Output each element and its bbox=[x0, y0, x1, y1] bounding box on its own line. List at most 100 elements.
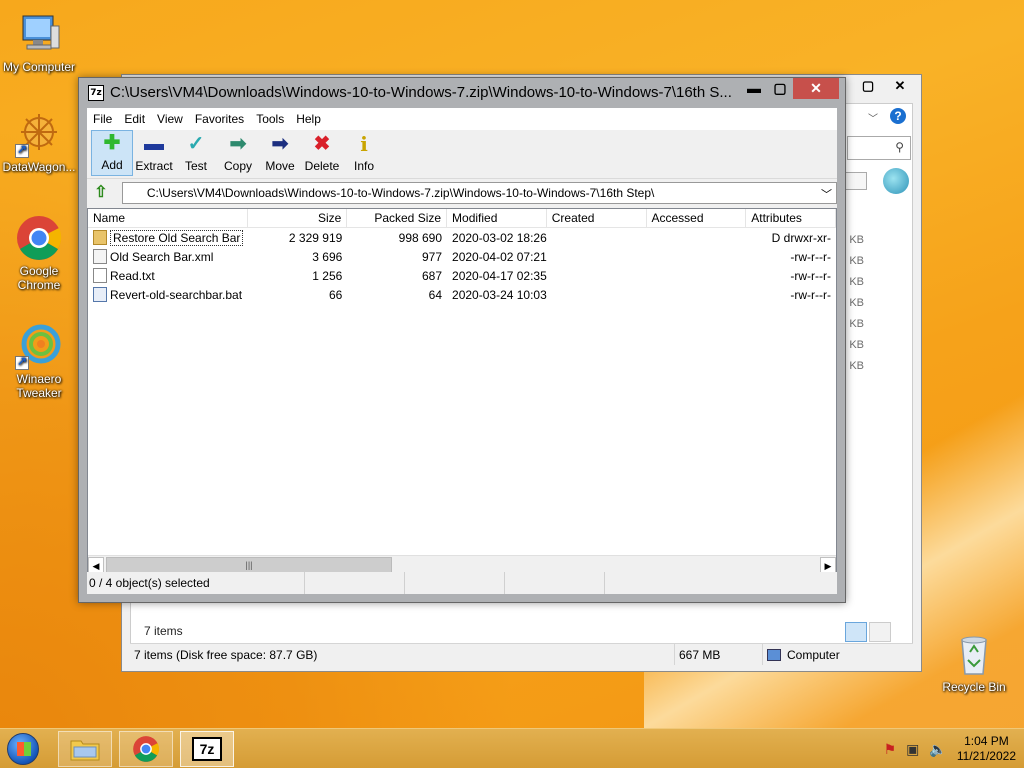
desktop-icon-label: Winaero Tweaker bbox=[16, 372, 62, 400]
menu-edit[interactable]: Edit bbox=[118, 112, 151, 126]
test-button[interactable]: ✓ Test bbox=[175, 130, 217, 176]
file-size: 66 bbox=[328, 287, 343, 302]
desktop-icon-google-chrome[interactable]: Google Chrome bbox=[1, 214, 77, 292]
desktop-icon-my-computer[interactable]: My Computer bbox=[1, 10, 77, 74]
volume-icon[interactable]: 🔈 bbox=[929, 741, 946, 758]
move-button[interactable]: ➡ Move bbox=[259, 130, 301, 176]
move-arrow-icon: ➡ bbox=[271, 133, 289, 155]
file-row[interactable]: Restore Old Search Bar 2 329 919 998 690… bbox=[88, 228, 836, 247]
add-label: Add bbox=[101, 158, 123, 172]
file-list-header: Name Size Packed Size Modified Created A… bbox=[88, 209, 836, 228]
minimize-button[interactable]: ▬ bbox=[741, 78, 767, 99]
desktop-icon-label: My Computer bbox=[2, 60, 76, 74]
info-button[interactable]: i Info bbox=[343, 130, 385, 176]
up-folder-icon[interactable]: ⇧ bbox=[90, 182, 112, 204]
window-controls: ▬ ▢ ✕ bbox=[741, 78, 839, 99]
7zip-app-icon: 7z bbox=[192, 737, 222, 761]
file-name: Read.txt bbox=[110, 268, 155, 283]
preview-pane-icon[interactable] bbox=[883, 168, 909, 194]
file-row[interactable]: Old Search Bar.xml 3 696 977 2020-04-02 … bbox=[88, 247, 836, 266]
file-packed-size: 998 690 bbox=[398, 230, 443, 245]
text-file-icon bbox=[93, 268, 107, 283]
file-list[interactable]: Name Size Packed Size Modified Created A… bbox=[87, 208, 837, 574]
column-packed-size[interactable]: Packed Size bbox=[347, 209, 448, 227]
column-accessed[interactable]: Accessed bbox=[647, 209, 747, 227]
copy-button[interactable]: ➡ Copy bbox=[217, 130, 259, 176]
action-center-flag-icon[interactable]: ⚑ bbox=[884, 741, 897, 758]
taskbar-7zip[interactable]: 7z bbox=[180, 731, 234, 767]
copy-arrow-icon: ➡ bbox=[229, 133, 247, 155]
desktop-icon-recycle-bin[interactable]: Recycle Bin bbox=[936, 630, 1012, 694]
file-packed-size: 64 bbox=[428, 287, 443, 302]
file-modified: 2020-04-02 07:21 bbox=[452, 249, 547, 264]
file-size: 2 329 919 bbox=[288, 230, 343, 245]
test-label: Test bbox=[184, 159, 207, 173]
toolbar: ✚ Add ▬ Extract ✓ Test ➡ Copy ➡ Move ✖ D… bbox=[87, 130, 837, 178]
menu-tools[interactable]: Tools bbox=[250, 112, 290, 126]
file-modified: 2020-04-17 02:35 bbox=[452, 268, 547, 283]
menu-bar: File Edit View Favorites Tools Help bbox=[87, 108, 837, 130]
clock-date: 11/21/2022 bbox=[956, 749, 1016, 763]
chevron-down-icon[interactable]: ﹀ bbox=[868, 110, 878, 125]
column-name[interactable]: Name bbox=[88, 209, 248, 227]
menu-view[interactable]: View bbox=[151, 112, 189, 126]
add-button[interactable]: ✚ Add bbox=[91, 130, 133, 176]
delete-button[interactable]: ✖ Delete bbox=[301, 130, 343, 176]
large-icons-view-icon[interactable] bbox=[869, 622, 891, 642]
scrollbar-thumb[interactable]: ||| bbox=[106, 557, 392, 573]
check-icon: ✓ bbox=[187, 133, 205, 155]
maximize-button[interactable]: ▢ bbox=[767, 78, 793, 99]
close-button[interactable]: ✕ bbox=[885, 77, 915, 95]
file-packed-size: 687 bbox=[422, 268, 443, 283]
network-icon[interactable]: ▣ bbox=[906, 741, 919, 758]
file-row[interactable]: Read.txt 1 256 687 2020-04-17 02:35 -rw-… bbox=[88, 266, 836, 285]
chevron-down-icon[interactable]: ﹀ bbox=[821, 186, 832, 202]
file-attributes: D drwxr-xr- bbox=[771, 230, 831, 245]
status-bar: 0 / 4 object(s) selected bbox=[87, 572, 837, 594]
address-bar: ⇧ C:\Users\VM4\Downloads\Windows-10-to-W… bbox=[87, 178, 837, 206]
column-size[interactable]: Size bbox=[248, 209, 348, 227]
address-input[interactable]: C:\Users\VM4\Downloads\Windows-10-to-Win… bbox=[121, 181, 837, 204]
chrome-icon bbox=[133, 736, 159, 762]
details-view-icon[interactable] bbox=[845, 622, 867, 642]
recycle-bin-icon bbox=[950, 630, 998, 678]
column-attributes[interactable]: Attributes bbox=[746, 209, 836, 227]
horizontal-scrollbar[interactable]: ◀ ||| ▶ bbox=[88, 555, 836, 573]
scroll-right-icon[interactable]: ▶ bbox=[820, 557, 836, 573]
taskbar-file-explorer[interactable] bbox=[58, 731, 112, 767]
menu-file[interactable]: File bbox=[87, 112, 118, 126]
start-button[interactable] bbox=[7, 733, 39, 765]
window-title: C:\Users\VM4\Downloads\Windows-10-to-Win… bbox=[110, 84, 732, 101]
winaero-icon bbox=[15, 322, 63, 370]
help-icon[interactable]: ? bbox=[888, 108, 908, 126]
extract-button[interactable]: ▬ Extract bbox=[133, 130, 175, 176]
file-modified: 2020-03-24 10:03 bbox=[452, 287, 547, 302]
file-name: Revert-old-searchbar.bat bbox=[110, 287, 243, 302]
taskbar-chrome[interactable] bbox=[119, 731, 173, 767]
view-toggle bbox=[845, 622, 891, 642]
desktop-icon-datawagon[interactable]: DataWagon... bbox=[1, 110, 77, 174]
menu-favorites[interactable]: Favorites bbox=[189, 112, 250, 126]
search-icon: ⚲ bbox=[895, 140, 904, 154]
7zip-client-area: File Edit View Favorites Tools Help ✚ Ad… bbox=[87, 108, 837, 594]
scroll-left-icon[interactable]: ◀ bbox=[88, 557, 104, 573]
extract-label: Extract bbox=[135, 159, 173, 173]
batch-file-icon bbox=[93, 287, 107, 302]
status-summary: 7 items (Disk free space: 87.7 GB) bbox=[130, 644, 675, 665]
clock[interactable]: 1:04 PM 11/21/2022 bbox=[957, 734, 1016, 764]
title-bar[interactable]: 7z C:\Users\VM4\Downloads\Windows-10-to-… bbox=[79, 78, 845, 107]
explorer-status-bar: 7 items (Disk free space: 87.7 GB) 667 M… bbox=[130, 643, 913, 665]
view-options-icon[interactable] bbox=[845, 172, 867, 190]
file-row[interactable]: Revert-old-searchbar.bat 66 64 2020-03-2… bbox=[88, 285, 836, 304]
desktop-icon-winaero-tweaker[interactable]: Winaero Tweaker bbox=[1, 322, 77, 400]
menu-help[interactable]: Help bbox=[290, 112, 327, 126]
search-input[interactable]: ⚲ bbox=[847, 136, 911, 160]
column-created[interactable]: Created bbox=[547, 209, 647, 227]
7zip-window[interactable]: 7z C:\Users\VM4\Downloads\Windows-10-to-… bbox=[78, 77, 846, 603]
close-button[interactable]: ✕ bbox=[793, 78, 839, 99]
column-modified[interactable]: Modified bbox=[447, 209, 547, 227]
computer-icon bbox=[767, 648, 781, 661]
status-cell bbox=[405, 572, 505, 594]
file-attributes: -rw-r--r- bbox=[790, 287, 831, 302]
maximize-button[interactable]: ▢ bbox=[853, 77, 883, 95]
